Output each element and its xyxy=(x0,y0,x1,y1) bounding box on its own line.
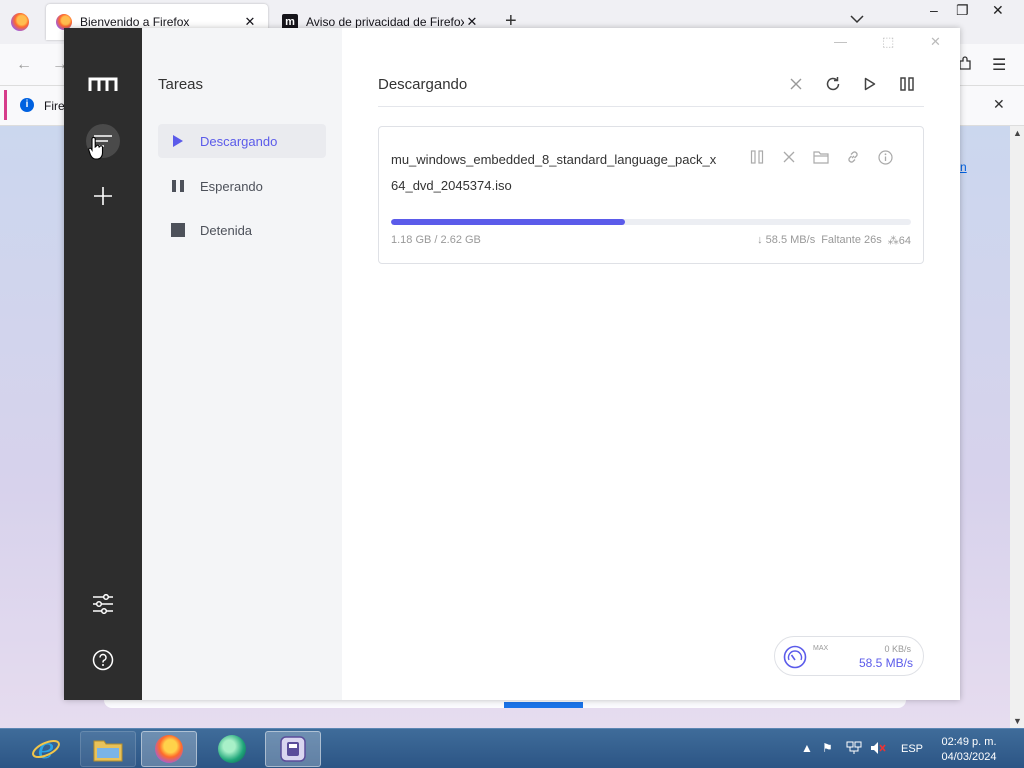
connections-icon: ⁂ xyxy=(887,235,899,247)
input-language[interactable]: ESP xyxy=(901,743,923,755)
folder-icon xyxy=(93,740,123,762)
plus-icon xyxy=(94,187,112,205)
task-size: 1.18 GB / 2.62 GB xyxy=(391,234,481,246)
internet-explorer-icon: e xyxy=(32,734,60,764)
sidebar-item-esperando[interactable]: Esperando xyxy=(158,169,326,203)
firefox-icon xyxy=(155,735,183,763)
speedometer-icon xyxy=(783,645,807,669)
panel-title: Tareas xyxy=(158,76,204,93)
file-explorer-button[interactable] xyxy=(80,731,136,767)
preferences-button[interactable] xyxy=(86,587,120,621)
window-minimize-icon[interactable]: — xyxy=(834,34,847,49)
info-icon[interactable] xyxy=(875,147,895,167)
firefox-menu-icon[interactable] xyxy=(11,13,29,31)
pause-icon xyxy=(170,178,186,194)
back-icon[interactable]: ← xyxy=(16,56,32,74)
link-icon[interactable] xyxy=(843,147,863,167)
pause-task-icon[interactable] xyxy=(747,147,767,167)
help-button[interactable] xyxy=(86,643,120,677)
notice-text: Fire xyxy=(44,99,65,113)
speed-limit-label: MAX xyxy=(813,645,829,652)
task-item[interactable]: mu_windows_embedded_8_standard_language_… xyxy=(378,126,924,264)
system-clock[interactable]: 02:49 p. m. 04/03/2024 xyxy=(932,735,1006,765)
chevron-down-icon[interactable] xyxy=(850,12,864,27)
windows-taskbar: e ▲ ⚑ ESP 02:49 p. m. 04/03/2024 xyxy=(0,728,1024,768)
network-icon[interactable] xyxy=(846,741,862,758)
svg-text:e: e xyxy=(38,734,55,764)
sidebar-item-label: Esperando xyxy=(200,178,263,194)
app-taskbar-button[interactable] xyxy=(204,731,260,767)
scrollbar[interactable]: ▲ ▼ xyxy=(1010,126,1024,728)
clock-time: 02:49 p. m. xyxy=(941,736,997,748)
divider xyxy=(378,106,924,107)
stop-icon xyxy=(170,222,186,238)
scroll-up-icon[interactable]: ▲ xyxy=(1013,128,1022,138)
task-progress-fill xyxy=(391,219,625,225)
help-icon xyxy=(92,649,114,671)
connections: ⁂64 xyxy=(888,234,911,247)
resume-all-icon[interactable] xyxy=(860,74,880,94)
motrix-app-icon xyxy=(280,736,306,762)
window-close-icon[interactable]: ✕ xyxy=(930,34,941,50)
time-remaining: Faltante 26s xyxy=(821,234,882,246)
download-speed: ↓ 58.5 MB/s xyxy=(757,234,816,246)
play-icon xyxy=(170,133,186,149)
motrix-window: Tareas Descargando Esperando Detenida — … xyxy=(64,28,960,700)
tab-label: Aviso de privacidad de Firefox — xyxy=(306,15,464,29)
connections-value: 64 xyxy=(898,235,911,247)
add-task-button[interactable] xyxy=(86,179,120,213)
download-total-speed: 58.5 MB/s xyxy=(858,656,913,670)
motrix-taskbar-button[interactable] xyxy=(265,731,321,767)
speed-limit-widget[interactable]: MAX 0 KB/s 58.5 MB/s xyxy=(774,636,924,676)
scroll-down-icon[interactable]: ▼ xyxy=(1013,716,1022,726)
close-notice-icon[interactable]: ✕ xyxy=(993,96,1005,113)
sidebar-item-label: Descargando xyxy=(200,133,278,149)
page-blue-accent xyxy=(504,702,583,708)
internet-explorer-button[interactable]: e xyxy=(18,731,74,767)
upload-speed: 0 KB/s xyxy=(884,644,911,654)
firefox-taskbar-button[interactable] xyxy=(141,731,197,767)
hand-cursor-icon xyxy=(88,137,104,160)
sidebar-item-label: Detenida xyxy=(200,222,253,238)
task-actions xyxy=(786,74,917,94)
download-speed-value: 58.5 MB/s xyxy=(765,234,816,246)
page-title: Descargando xyxy=(378,76,468,93)
motrix-sidebar xyxy=(64,28,142,700)
delete-task-icon[interactable] xyxy=(779,147,799,167)
info-icon: i xyxy=(20,98,34,112)
task-progress-bar xyxy=(391,219,911,225)
folder-icon[interactable] xyxy=(811,147,831,167)
volume-muted-icon[interactable] xyxy=(870,741,886,758)
refresh-icon[interactable] xyxy=(823,74,843,94)
menu-icon[interactable]: ☰ xyxy=(992,55,1006,75)
notice-accent-bar xyxy=(4,90,7,120)
action-center-flag-icon[interactable]: ⚑ xyxy=(822,741,833,755)
minimize-icon[interactable]: – xyxy=(930,2,938,18)
sidebar-item-descargando[interactable]: Descargando xyxy=(158,124,326,158)
window-maximize-icon[interactable]: ⬚ xyxy=(882,34,894,50)
pause-all-icon[interactable] xyxy=(897,74,917,94)
task-item-tools xyxy=(747,147,895,167)
sliders-icon xyxy=(93,594,113,614)
tab-label: Bienvenido a Firefox xyxy=(80,15,190,29)
clear-icon[interactable] xyxy=(786,74,806,94)
page-link[interactable]: n xyxy=(960,160,967,174)
close-icon[interactable]: ✕ xyxy=(992,2,1004,19)
sidebar-item-detenida[interactable]: Detenida xyxy=(158,213,326,247)
motrix-logo-icon xyxy=(88,77,118,91)
show-hidden-icons[interactable]: ▲ xyxy=(801,741,813,755)
task-file-name: mu_windows_embedded_8_standard_language_… xyxy=(391,152,717,193)
clock-date: 04/03/2024 xyxy=(941,751,997,763)
green-app-icon xyxy=(218,735,246,763)
task-category-panel: Tareas Descargando Esperando Detenida xyxy=(142,28,342,700)
task-list-main: — ⬚ ✕ Descargando mu_windows_embedded_8_… xyxy=(342,28,960,700)
restore-icon[interactable]: ❐ xyxy=(956,2,969,19)
task-stats: ↓ 58.5 MB/s Faltante 26s ⁂64 xyxy=(757,234,911,247)
